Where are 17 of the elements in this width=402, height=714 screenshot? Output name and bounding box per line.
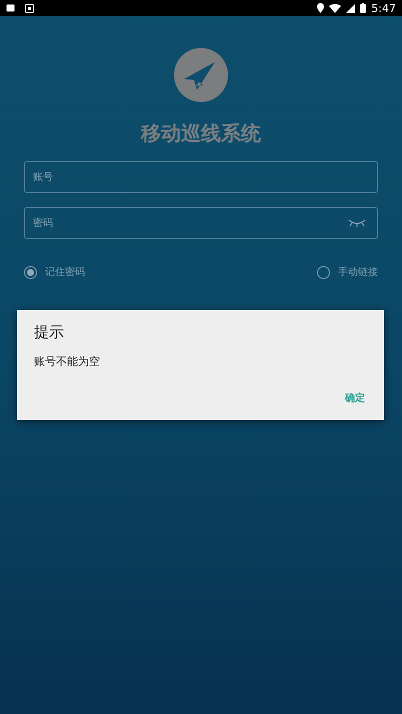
wifi-icon	[329, 4, 342, 12]
dialog-title: 提示	[34, 323, 65, 342]
radio-option[interactable]: 记住密码	[24, 265, 85, 279]
radio-button[interactable]	[24, 266, 37, 278]
closed-eye-icon[interactable]	[348, 219, 366, 227]
paper-plane-logo-icon	[174, 48, 228, 102]
notification-icon	[25, 4, 34, 12]
location-icon	[317, 3, 324, 13]
confirm-button[interactable]: 确定	[343, 391, 367, 405]
dialog-message: 账号不能为空	[34, 354, 101, 369]
app-title: 移动巡线系统	[141, 120, 261, 147]
radio-option[interactable]: 手动链接	[317, 265, 378, 279]
notification-icon	[6, 4, 15, 12]
signal-icon	[346, 4, 356, 12]
status-time: 5:47	[371, 2, 396, 14]
battery-icon	[360, 3, 366, 13]
radio-button[interactable]	[317, 266, 330, 278]
